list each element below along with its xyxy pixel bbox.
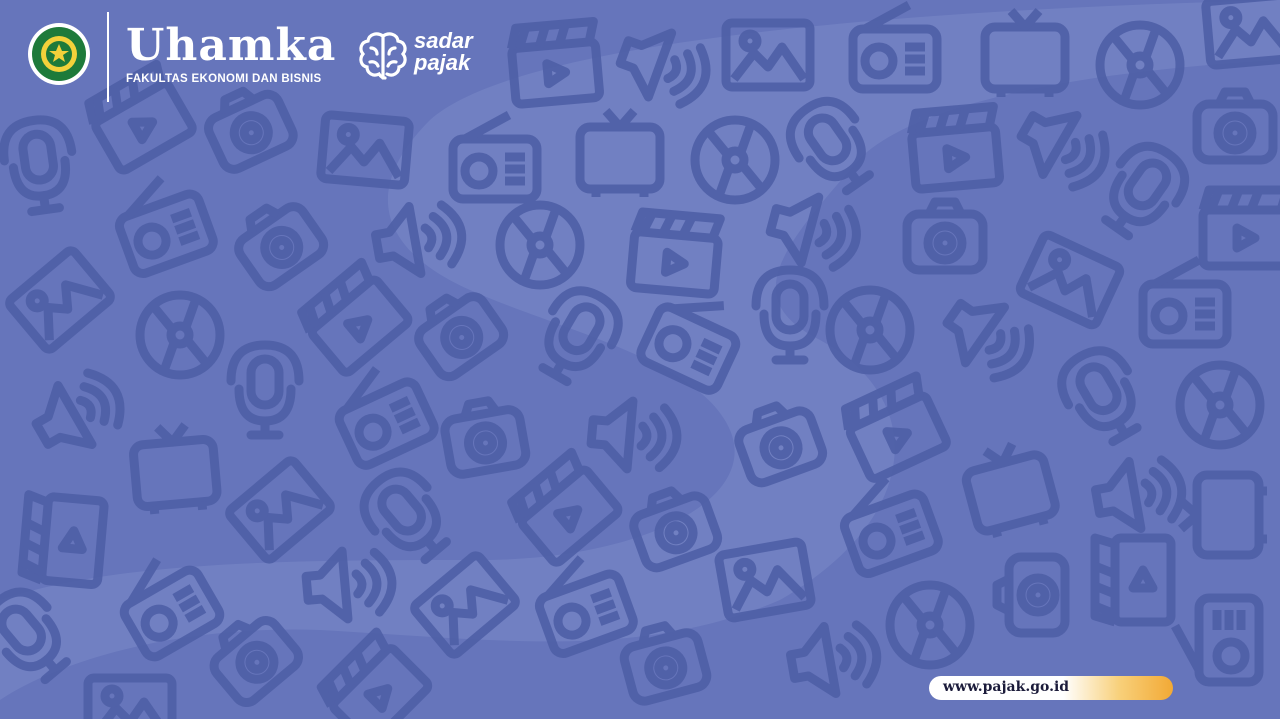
website-url: www.pajak.go.id [943,679,1070,695]
logo-divider [107,12,109,102]
website-banner: www.pajak.go.id [929,676,1173,700]
sadar-pajak-wordmark: sadar pajak [414,30,473,74]
wordmark-line-pajak: pajak [414,50,471,75]
header-logos: Uhamka FAKULTAS EKONOMI DAN BISNIS sadar… [0,0,520,110]
brain-icon [359,32,407,80]
university-seal-icon [28,23,90,85]
faculty-name: FAKULTAS EKONOMI DAN BISNIS [126,73,322,85]
wordmark-line-sadar: sadar [414,28,473,53]
brand-name: Uhamka [126,20,337,71]
slide: Uhamka FAKULTAS EKONOMI DAN BISNIS sadar… [0,0,1280,719]
